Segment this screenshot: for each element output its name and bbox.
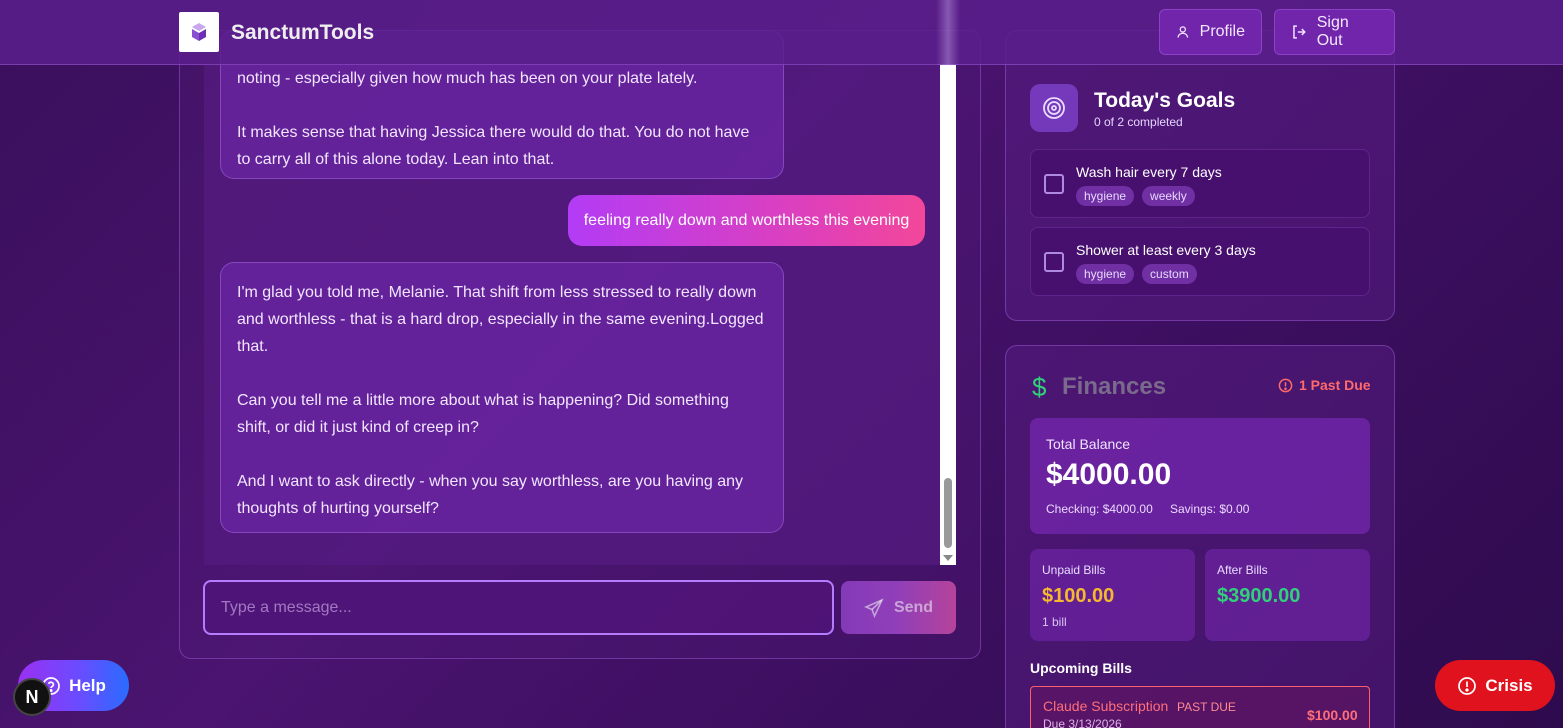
nextjs-dev-badge[interactable]: N bbox=[13, 678, 51, 716]
assistant-message: I'm glad you told me, Melanie. That shif… bbox=[220, 262, 784, 533]
savings-balance: Savings: $0.00 bbox=[1170, 502, 1250, 516]
user-message: feeling really down and worthless this e… bbox=[568, 195, 925, 246]
bill-amount: $100.00 bbox=[1307, 707, 1358, 723]
crisis-label: Crisis bbox=[1485, 675, 1533, 695]
goal-title: Wash hair every 7 days bbox=[1076, 164, 1222, 180]
help-label: Help bbox=[69, 675, 106, 695]
bill-name: Claude Subscription bbox=[1043, 698, 1169, 714]
goals-progress: 0 of 2 completed bbox=[1094, 115, 1183, 129]
alert-icon bbox=[1278, 378, 1293, 392]
after-bills-box: After Bills $3900.00 bbox=[1205, 549, 1370, 641]
total-balance-value: $4000.00 bbox=[1046, 458, 1172, 491]
message-input[interactable] bbox=[203, 580, 834, 635]
message-text: I'm glad you told me, Melanie. That shif… bbox=[237, 284, 764, 355]
profile-button[interactable]: Profile bbox=[1159, 9, 1262, 55]
past-due-badge[interactable]: 1 Past Due bbox=[1278, 377, 1371, 393]
app-header: SanctumTools Profile Sign Out bbox=[0, 0, 1563, 65]
goal-checkbox[interactable] bbox=[1044, 252, 1064, 272]
logout-icon bbox=[1293, 25, 1306, 39]
goal-tag: hygiene bbox=[1076, 264, 1135, 284]
send-label: Send bbox=[893, 598, 934, 616]
scrollbar-thumb[interactable] bbox=[944, 478, 952, 548]
goal-tag: custom bbox=[1142, 264, 1197, 284]
logo-icon[interactable] bbox=[179, 12, 219, 52]
goal-title: Shower at least every 3 days bbox=[1076, 242, 1256, 258]
after-bills-value: $3900.00 bbox=[1217, 585, 1301, 607]
user-icon bbox=[1177, 26, 1189, 38]
message-text: It makes sense that having Jessica there… bbox=[237, 124, 750, 168]
unpaid-bills-value: $100.00 bbox=[1042, 585, 1115, 607]
checking-balance: Checking: $4000.00 bbox=[1046, 502, 1153, 516]
unpaid-bills-label: Unpaid Bills bbox=[1042, 563, 1106, 577]
dollar-icon: $ bbox=[1032, 372, 1047, 402]
message-text: noting - especially given how much has b… bbox=[237, 70, 698, 87]
goal-tag: weekly bbox=[1142, 186, 1195, 206]
past-due-label: 1 Past Due bbox=[1299, 377, 1371, 393]
alert-icon bbox=[1458, 676, 1477, 695]
send-button[interactable]: Send bbox=[841, 581, 956, 634]
total-balance-box: Total Balance $4000.00 Checking: $4000.0… bbox=[1030, 418, 1370, 534]
target-icon bbox=[1030, 84, 1078, 132]
chat-scrollbar[interactable] bbox=[940, 65, 956, 565]
message-text: Can you tell me a little more about what… bbox=[237, 392, 729, 436]
goal-item[interactable]: Shower at least every 3 days hygiene cus… bbox=[1030, 227, 1370, 296]
goal-tag: hygiene bbox=[1076, 186, 1135, 206]
after-bills-label: After Bills bbox=[1217, 563, 1268, 577]
crisis-button[interactable]: Crisis bbox=[1435, 660, 1555, 711]
goals-title: Today's Goals bbox=[1094, 89, 1236, 112]
total-balance-label: Total Balance bbox=[1046, 436, 1131, 452]
bill-due-date: Due 3/13/2026 bbox=[1043, 717, 1122, 728]
unpaid-bills-box: Unpaid Bills $100.00 1 bill bbox=[1030, 549, 1195, 641]
unpaid-bills-count: 1 bill bbox=[1042, 615, 1067, 629]
bill-row[interactable]: Claude Subscription PAST DUE Due 3/13/20… bbox=[1030, 686, 1370, 728]
goal-checkbox[interactable] bbox=[1044, 174, 1064, 194]
profile-label: Profile bbox=[1199, 23, 1245, 40]
sign-out-label: Sign Out bbox=[1316, 14, 1349, 49]
brand-name[interactable]: SanctumTools bbox=[231, 21, 374, 45]
send-icon bbox=[863, 597, 884, 618]
scroll-down-arrow[interactable] bbox=[943, 555, 953, 561]
header-highlight bbox=[936, 0, 960, 65]
message-text: And I want to ask directly - when you sa… bbox=[237, 473, 744, 517]
finances-title: Finances bbox=[1062, 373, 1167, 400]
sign-out-button[interactable]: Sign Out bbox=[1274, 9, 1395, 55]
bill-status-badge: PAST DUE bbox=[1177, 700, 1236, 714]
goal-item[interactable]: Wash hair every 7 days hygiene weekly bbox=[1030, 149, 1370, 218]
upcoming-bills-title: Upcoming Bills bbox=[1030, 660, 1132, 676]
